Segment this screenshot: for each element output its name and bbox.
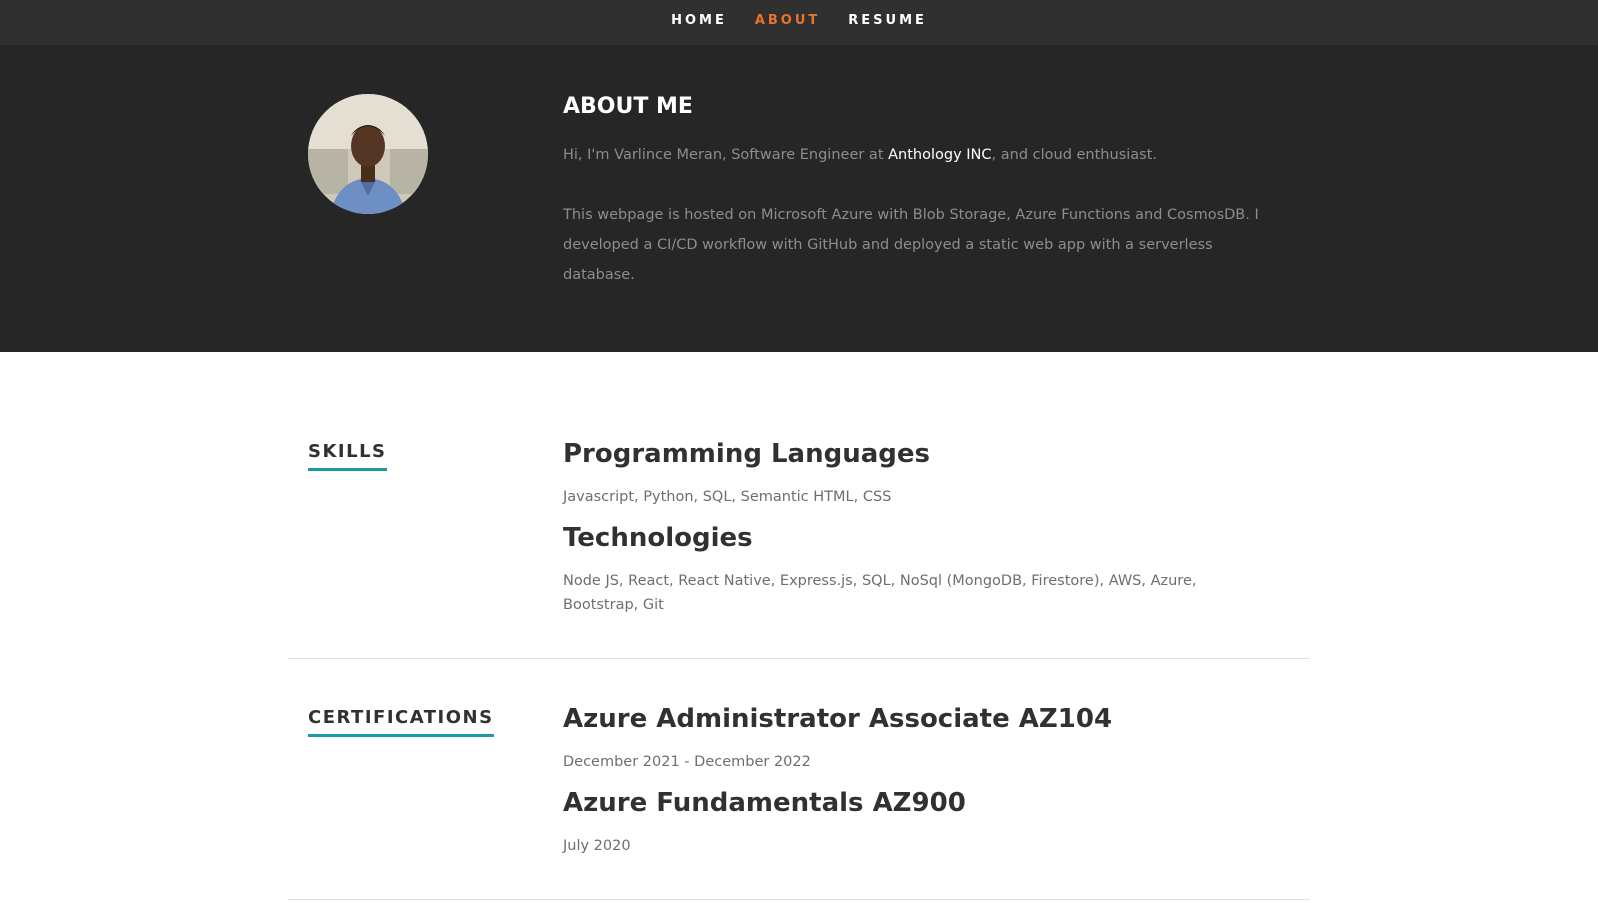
nav-about-link[interactable]: ABOUT	[755, 13, 820, 28]
skill-heading: Technologies	[563, 523, 753, 553]
about-title: ABOUT ME	[563, 94, 693, 119]
skill-text: Javascript, Python, SQL, Semantic HTML, …	[563, 489, 892, 505]
certification-heading: Azure Fundamentals AZ900	[563, 788, 966, 818]
about-intro-after: , and cloud enthusiast.	[991, 147, 1158, 163]
certification-date: July 2020	[563, 838, 631, 854]
about-intro: Hi, I'm Varlince Meran, Software Enginee…	[563, 140, 1263, 170]
section-divider	[288, 899, 1310, 900]
skill-heading: Programming Languages	[563, 439, 930, 469]
nav-home-link[interactable]: HOME	[671, 13, 727, 28]
about-section: ABOUT ME Hi, I'm Varlince Meran, Softwar…	[0, 45, 1598, 352]
nav-resume-link[interactable]: RESUME	[848, 13, 927, 28]
profile-avatar	[308, 94, 428, 214]
company-name: Anthology INC	[888, 147, 992, 163]
certifications-label: CERTIFICATIONS	[308, 707, 494, 737]
top-nav: HOME ABOUT RESUME	[0, 0, 1598, 45]
profile-photo-illustration	[308, 94, 428, 214]
certification-date: December 2021 - December 2022	[563, 754, 811, 770]
about-intro-before: Hi, I'm Varlince Meran, Software Enginee…	[563, 147, 889, 163]
skills-label: SKILLS	[308, 441, 387, 471]
skill-text: Node JS, React, React Native, Express.js…	[563, 573, 1197, 613]
section-divider	[288, 658, 1310, 659]
about-hosting-text: This webpage is hosted on Microsoft Azur…	[563, 207, 1259, 283]
certification-heading: Azure Administrator Associate AZ104	[563, 704, 1113, 734]
